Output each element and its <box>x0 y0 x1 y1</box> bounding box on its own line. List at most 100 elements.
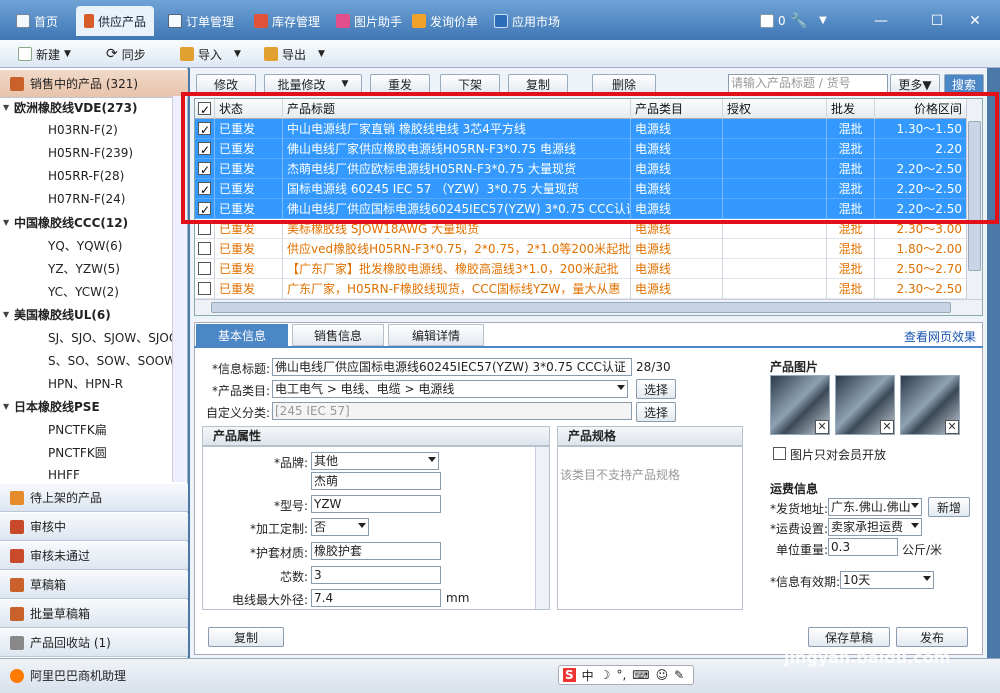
row-checkbox[interactable] <box>198 242 211 255</box>
tree-item[interactable]: PNCTFK扁 <box>0 418 172 440</box>
row-checkbox-cell[interactable] <box>195 119 215 139</box>
tree-category-vde[interactable]: 欧洲橡胶线VDE(273) <box>0 96 172 118</box>
more-button[interactable]: 更多▼ <box>890 74 940 94</box>
search-button[interactable]: 搜索 <box>944 74 984 94</box>
tree-item[interactable]: H03RN-F(2) <box>0 119 172 141</box>
tree-category-pse[interactable]: 日本橡胶线PSE <box>0 395 172 417</box>
table-row[interactable]: 已重发 美标橡胶线 SJOW18AWG 大量现货 电源线 混批 2.30～3.00 <box>195 219 967 239</box>
scrollbar-thumb[interactable] <box>968 121 981 271</box>
tree-item[interactable]: HHFF <box>0 464 172 486</box>
sidebar-item-drafts[interactable]: 草稿箱 <box>0 571 188 599</box>
tab-sales-info[interactable]: 销售信息 <box>292 324 384 346</box>
sync-button[interactable]: ⟳ 同步 <box>106 44 146 64</box>
table-row[interactable]: 已重发中山电源线厂家直销 橡胶线电线 3芯4平方线电源线 混批1.30～1.50 <box>195 119 967 139</box>
sidebar-item-rejected[interactable]: 审核未通过 <box>0 542 188 570</box>
delete-button[interactable]: 删除 <box>592 74 656 94</box>
sidebar-item-on-sale[interactable]: 销售中的产品 (321) <box>0 70 188 98</box>
view-webpage-link[interactable]: 查看网页效果 <box>904 328 976 345</box>
members-only-checkbox[interactable] <box>773 447 786 460</box>
tree-item[interactable]: H07RN-F(24) <box>0 188 172 210</box>
ime-toolbar[interactable]: S 中 ☽ °, ⌨ ☺ ✎ <box>558 665 694 685</box>
tab-orders[interactable]: 订单管理 <box>160 8 242 34</box>
sheath-field[interactable]: 橡胶护套 <box>311 542 441 560</box>
import-button[interactable]: 导入 ▼ <box>180 44 241 64</box>
column-header[interactable]: 授权 <box>723 99 827 119</box>
tree-item[interactable]: PNCTFK圆 <box>0 441 172 463</box>
row-checkbox-cell[interactable] <box>195 139 215 159</box>
column-header[interactable]: 价格区间 <box>875 99 967 119</box>
sidebar-item-pending[interactable]: 待上架的产品 <box>0 484 188 512</box>
remove-image-icon[interactable]: ✕ <box>945 420 959 434</box>
cores-field[interactable]: 3 <box>311 566 441 584</box>
table-row[interactable]: 已重发 广东厂家，H05RN-F橡胶线现货，CCC国标线YZW，量大从惠 电源线 混批… <box>195 279 967 299</box>
row-checkbox[interactable] <box>198 180 211 199</box>
freight-select[interactable]: 卖家承担运费 <box>828 518 922 536</box>
tree-item[interactable]: H05RN-F(239) <box>0 142 172 164</box>
header-checkbox-cell[interactable] <box>195 99 215 119</box>
row-checkbox[interactable] <box>198 222 211 235</box>
column-header[interactable]: 产品标题 <box>283 99 631 119</box>
take-down-button[interactable]: 下架 <box>440 74 500 94</box>
edit-button[interactable]: 修改 <box>196 74 256 94</box>
tab-inquiry[interactable]: 发询价单 <box>404 8 486 34</box>
unit-weight-field[interactable]: 0.3 <box>828 538 898 556</box>
sidebar-item-reviewing[interactable]: 审核中 <box>0 513 188 541</box>
row-checkbox[interactable] <box>198 160 211 179</box>
copy-button[interactable]: 复制 <box>508 74 568 94</box>
table-row[interactable]: 已重发 供应ved橡胶线H05RN-F3*0.75，2*0.75，2*1.0等20… <box>195 239 967 259</box>
tree-item[interactable]: H05RR-F(28) <box>0 165 172 187</box>
tab-home[interactable]: 首页 <box>8 8 66 34</box>
republish-button[interactable]: 重发 <box>370 74 430 94</box>
sidebar-item-recycle-bin[interactable]: 产品回收站 (1) <box>0 629 188 657</box>
row-checkbox[interactable] <box>198 140 211 159</box>
category-choose-button[interactable]: 选择 <box>636 379 676 399</box>
export-button[interactable]: 导出 ▼ <box>264 44 325 64</box>
tab-inventory[interactable]: 库存管理 <box>246 8 328 34</box>
tab-image-helper[interactable]: 图片助手 <box>328 8 410 34</box>
tab-app-market[interactable]: 应用市场 <box>486 8 568 34</box>
scrollbar-thumb[interactable] <box>211 302 951 313</box>
settings-icon[interactable]: 🔧 <box>786 10 812 32</box>
column-header[interactable]: 批发 <box>827 99 875 119</box>
column-header[interactable]: 状态 <box>215 99 283 119</box>
category-select[interactable]: 电工电气 > 电线、电缆 > 电源线 <box>272 380 628 398</box>
add-address-button[interactable]: 新增 <box>928 497 970 517</box>
remove-image-icon[interactable]: ✕ <box>815 420 829 434</box>
table-row[interactable]: 已重发佛山电线厂供应国标电源线60245IEC57(YZW) 3*0.75 CC… <box>195 199 967 219</box>
tree-item[interactable]: HPN、HPN-R <box>0 372 172 394</box>
dropdown-icon[interactable]: ▼ <box>810 10 836 32</box>
sidebar-item-batch-drafts[interactable]: 批量草稿箱 <box>0 600 188 628</box>
sidebar-scrollbar[interactable] <box>172 96 187 482</box>
batch-edit-button[interactable]: 批量修改 ▼ <box>264 74 362 94</box>
ship-from-select[interactable]: 广东.佛山.佛山 <box>828 498 922 516</box>
product-image[interactable]: ✕ <box>770 375 830 435</box>
column-header[interactable]: 产品类目 <box>631 99 723 119</box>
close-button[interactable]: ✕ <box>962 10 988 32</box>
row-checkbox[interactable] <box>198 282 211 295</box>
tree-category-ccc[interactable]: 中国橡胶线CCC(12) <box>0 211 172 233</box>
brand-select[interactable]: 其他 <box>311 452 439 470</box>
row-checkbox-cell[interactable] <box>195 199 215 219</box>
custom-made-select[interactable]: 否 <box>311 518 369 536</box>
brand-text-field[interactable]: 杰萌 <box>311 472 441 490</box>
row-checkbox-cell[interactable] <box>195 179 215 199</box>
custom-category-field[interactable]: [245 IEC 57] <box>272 402 632 420</box>
table-row[interactable]: 已重发杰萌电线厂供应欧标电源线H05RN-F3*0.75 大量现货电源线 混批2.… <box>195 159 967 179</box>
tree-item[interactable]: YC、YCW(2) <box>0 280 172 302</box>
tab-supply-products[interactable]: 供应产品 <box>76 6 154 36</box>
validity-select[interactable]: 10天 <box>840 571 934 589</box>
row-checkbox-cell[interactable] <box>195 159 215 179</box>
minimize-button[interactable]: — <box>868 10 894 32</box>
tab-basic-info[interactable]: 基本信息 <box>196 324 288 346</box>
table-row[interactable]: 已重发国标电源线 60245 IEC 57 （YZW）3*0.75 大量现货电源… <box>195 179 967 199</box>
tree-item[interactable]: SJ、SJO、SJOW、SJOOW <box>0 326 172 348</box>
row-checkbox[interactable] <box>198 200 211 219</box>
table-row[interactable]: 已重发 【广东厂家】批发橡胶电源线、橡胶高温线3*1.0，200米起批 电源线 混批 2… <box>195 259 967 279</box>
row-checkbox-cell[interactable] <box>195 279 215 299</box>
table-vertical-scrollbar[interactable] <box>966 99 982 299</box>
info-title-field[interactable]: 佛山电线厂供应国标电源线60245IEC57(YZW) 3*0.75 CCC认证 <box>272 358 632 376</box>
row-checkbox-cell[interactable] <box>195 239 215 259</box>
product-image[interactable]: ✕ <box>835 375 895 435</box>
tree-item[interactable]: S、SO、SOW、SOOW <box>0 349 172 371</box>
tree-category-ul[interactable]: 美国橡胶线UL(6) <box>0 303 172 325</box>
